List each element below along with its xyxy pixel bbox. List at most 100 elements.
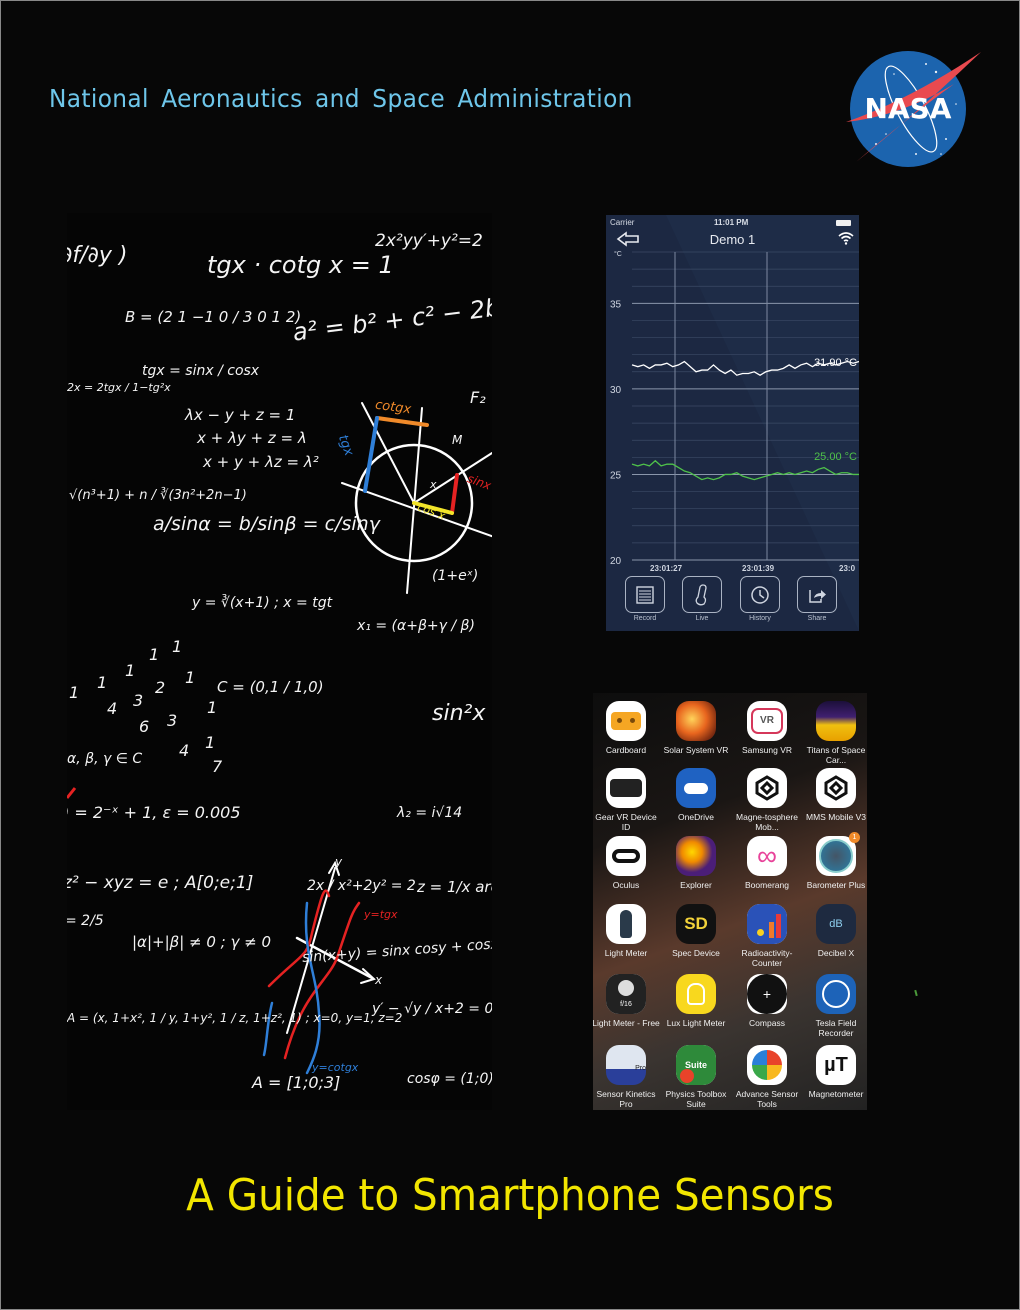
app-explorer[interactable]: Explorer bbox=[662, 836, 730, 890]
unit-circle-diagram bbox=[341, 402, 492, 594]
app-lux-light-meter[interactable]: Lux Light Meter bbox=[662, 974, 730, 1028]
app-solar-system-vr[interactable]: Solar System VR bbox=[662, 701, 730, 755]
nasa-meatball-icon: NASA bbox=[846, 51, 981, 167]
app-advance-sensor-tools[interactable]: Advance Sensor Tools bbox=[733, 1045, 801, 1109]
digit: 1 bbox=[69, 683, 80, 702]
app-label: Lux Light Meter bbox=[666, 1018, 726, 1028]
share-button[interactable] bbox=[797, 576, 837, 613]
app-boomerang[interactable]: ∞ Boomerang bbox=[733, 836, 801, 890]
stray-mark bbox=[914, 989, 918, 997]
temperature-app-screenshot: 20 25 30 35 23:01:27 23:01:39 23:0 31.90 °C 25.0… bbox=[606, 215, 859, 631]
agency-name: National Aeronautics and Space Administr… bbox=[49, 84, 633, 113]
y-tick-label: 20 bbox=[610, 556, 622, 567]
digit: 1 bbox=[125, 661, 136, 680]
app-radioactivity-counter[interactable]: Radioactivity-Counter bbox=[733, 904, 801, 968]
equation: a/sinα = b/sinβ = c/sinγ bbox=[153, 513, 380, 535]
equation: z = 1/x arc bbox=[417, 878, 492, 896]
equation: sin²x bbox=[432, 701, 486, 726]
micro-tesla-icon: µT bbox=[816, 1045, 856, 1085]
equation: (1+eˣ) bbox=[432, 568, 479, 584]
equation: y′ − √y / x+2 = 0; y(0 bbox=[372, 1001, 492, 1017]
digit: 1 bbox=[149, 645, 160, 664]
oculus-icon bbox=[606, 836, 646, 876]
arrow-fragment bbox=[67, 787, 77, 799]
digit: 1 bbox=[97, 673, 108, 692]
digit: 6 bbox=[139, 717, 150, 736]
infinity-icon: ∞ bbox=[747, 836, 787, 876]
app-barometer-plus[interactable]: 1 Barometer Plus bbox=[802, 832, 867, 890]
app-physics-toolbox-suite[interactable]: Suite Physics Toolbox Suite bbox=[662, 1045, 730, 1109]
digit: 1 bbox=[172, 637, 183, 656]
app-decibel-x[interactable]: dB Decibel X bbox=[802, 904, 867, 958]
x-tick-label: 23:0 bbox=[839, 564, 856, 573]
lightbulb-icon bbox=[676, 974, 716, 1014]
graph-y-label: y bbox=[335, 855, 343, 869]
live-button[interactable] bbox=[682, 576, 722, 613]
tg-curve-label: y=tgx bbox=[364, 908, 398, 921]
y-tick-label: 25 bbox=[610, 470, 622, 481]
live-label: Live bbox=[695, 615, 709, 622]
app-label: Compass bbox=[749, 1018, 785, 1028]
history-button[interactable] bbox=[740, 576, 780, 613]
app-label: Boomerang bbox=[745, 880, 789, 890]
app-titans-of-space-car[interactable]: Titans of Space Car... bbox=[802, 701, 867, 765]
share-label: Share bbox=[807, 615, 827, 622]
battery-icon bbox=[836, 220, 851, 226]
digit: 1 bbox=[205, 733, 216, 752]
cotg-curve-label: y=cotgx bbox=[312, 1061, 359, 1074]
planets-icon bbox=[676, 836, 716, 876]
record-button[interactable] bbox=[625, 576, 665, 613]
equation: A = (x, 1+x², 1 / y, 1+y², 1 / z, 1+z², … bbox=[67, 1011, 403, 1025]
app-samsung-vr[interactable]: VR Samsung VR bbox=[733, 701, 801, 755]
equation: √(n³+1) + n / ∛(3n²+2n−1) bbox=[69, 488, 247, 503]
app-spec-device[interactable]: SD Spec Device bbox=[662, 904, 730, 958]
app-gear-vr-device-id[interactable]: Gear VR Device ID bbox=[593, 768, 660, 832]
app-compass[interactable]: + Compass bbox=[733, 974, 801, 1028]
app-label: Advance Sensor Tools bbox=[735, 1089, 799, 1109]
digit: 7 bbox=[212, 757, 223, 776]
app-mms-mobile-v3[interactable]: MMS Mobile V3 bbox=[802, 768, 867, 822]
equation: C = (0,1 / 1,0) bbox=[217, 678, 324, 696]
cloud-icon bbox=[676, 768, 716, 808]
point-label: M bbox=[452, 433, 463, 447]
app-label: Explorer bbox=[680, 880, 712, 890]
status-bar: Carrier 11:01 PM bbox=[610, 218, 855, 230]
app-label: OneDrive bbox=[678, 812, 714, 822]
app-tesla-field-recorder[interactable]: Tesla Field Recorder bbox=[802, 974, 867, 1038]
app-label: Cardboard bbox=[605, 745, 647, 755]
app-label: Decibel X bbox=[817, 948, 855, 958]
sensor-kinetics-icon: Pro bbox=[606, 1045, 646, 1085]
digit: 3 bbox=[167, 711, 178, 730]
app-magnetometer[interactable]: µT Magnetometer bbox=[802, 1045, 867, 1099]
temperature-chart: 20 25 30 35 23:01:27 23:01:39 23:0 31.90 °C 25.0… bbox=[606, 215, 859, 631]
wifi-icon[interactable] bbox=[838, 231, 854, 245]
digit: 4 bbox=[107, 699, 118, 718]
clock-icon bbox=[751, 585, 769, 604]
record-table-icon bbox=[636, 585, 654, 604]
app-onedrive[interactable]: OneDrive bbox=[662, 768, 730, 822]
equation: ∂f/∂y ) bbox=[67, 243, 128, 268]
app-light-meter-free[interactable]: f/16 Light Meter - Free bbox=[593, 974, 660, 1028]
digit: 3 bbox=[133, 691, 144, 710]
equation: λ₂ = i√14 bbox=[397, 805, 463, 821]
app-sensor-kinetics-pro[interactable]: Pro Sensor Kinetics Pro bbox=[593, 1045, 660, 1109]
notification-badge: 1 bbox=[849, 832, 860, 843]
y-tick-label: 35 bbox=[610, 299, 622, 310]
app-cardboard[interactable]: Cardboard bbox=[593, 701, 660, 755]
equation: x₁ = (α+β+γ / β) bbox=[357, 618, 475, 634]
equation: 2x = 2tgx / 1−tg²x bbox=[67, 381, 171, 394]
clock: 11:01 PM bbox=[714, 218, 749, 227]
digit: 2 bbox=[155, 678, 166, 697]
app-light-meter[interactable]: Light Meter bbox=[593, 904, 660, 958]
digit: 1 bbox=[207, 698, 218, 717]
equation: = 2/5 bbox=[67, 913, 104, 929]
app-magne-tosphere-mob[interactable]: Magne-tosphere Mob... bbox=[733, 768, 801, 832]
titans-icon bbox=[816, 701, 856, 741]
equation: cosφ = (1;0)· bbox=[407, 1071, 492, 1087]
share-icon bbox=[809, 589, 826, 603]
light-meter-f16-icon: f/16 bbox=[606, 974, 646, 1014]
gauge-icon bbox=[816, 974, 856, 1014]
thermometer-icon bbox=[695, 583, 707, 605]
app-oculus[interactable]: Oculus bbox=[593, 836, 660, 890]
digit: 1 bbox=[185, 668, 196, 687]
